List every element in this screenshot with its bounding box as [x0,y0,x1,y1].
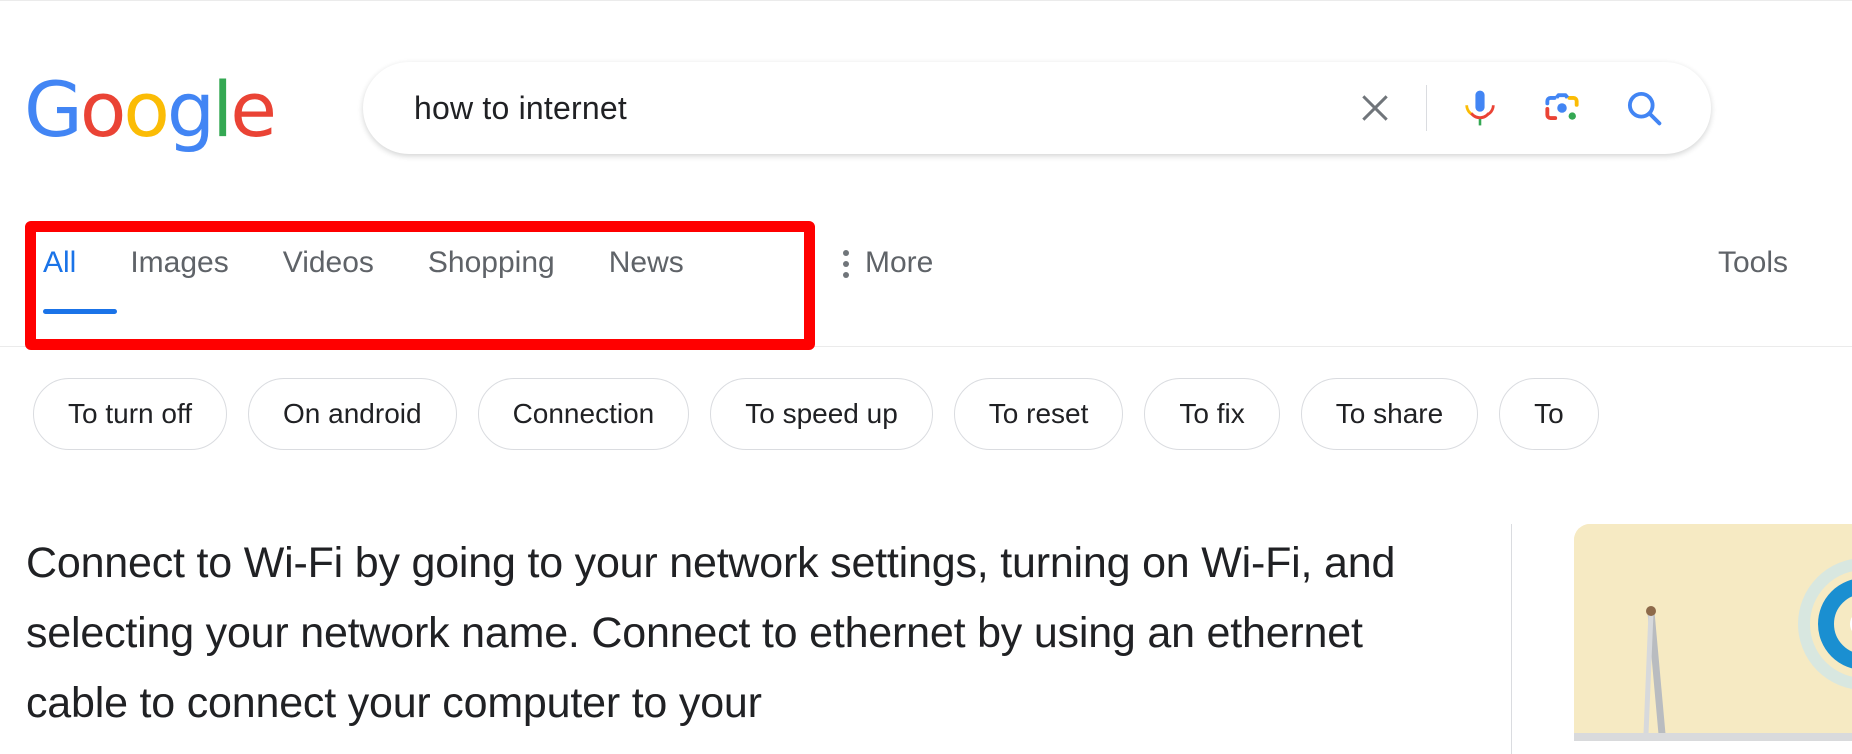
overflow-dots-icon [843,248,849,278]
chip-label: To speed up [745,398,898,429]
google-search-results-page: Google how to internet All Images Videos… [0,0,1852,754]
tools-button[interactable]: Tools [1718,248,1788,278]
tab-all-label: All [43,246,77,279]
chip-to-reset[interactable]: To reset [953,378,1124,450]
tab-all[interactable]: All [43,246,117,314]
chip-label: Connection [512,398,655,429]
close-icon[interactable] [1346,79,1404,137]
logo-letter-o2: o [123,65,169,154]
logo-letter-g1: G [24,65,83,154]
search-box[interactable] [363,62,1711,154]
chip-to-turn-off[interactable]: To turn off [33,378,228,450]
google-logo[interactable]: Google [24,72,277,148]
tab-list: All Images Videos Shopping News [43,246,738,314]
more-button[interactable]: More [843,248,933,278]
page-header: Google [0,0,1852,200]
chip-label: On android [283,398,422,429]
chip-to-speed-up[interactable]: To speed up [710,378,933,450]
tab-videos-label: Videos [282,246,374,279]
tab-shopping[interactable]: Shopping [428,248,585,278]
logo-letter-g2: g [166,65,215,154]
search-icon[interactable] [1615,79,1673,137]
tab-news-label: News [608,246,684,279]
google-lens-icon[interactable] [1533,79,1591,137]
chip-label: To turn off [68,398,193,429]
search-input[interactable] [414,62,1414,154]
chip-label: To share [1335,398,1444,429]
tools-button-label: Tools [1717,246,1788,279]
tab-news[interactable]: News [609,248,714,278]
tab-videos[interactable]: Videos [283,248,404,278]
tab-active-indicator [43,309,117,314]
more-button-label: More [865,246,934,279]
nav-divider [0,346,1852,347]
related-searches-chips: To turn off On android Connection To spe… [0,364,1852,464]
chip-label: To [1534,398,1564,429]
chip-label: To fix [1179,398,1245,429]
featured-snippet-thumbnail[interactable] [1574,524,1852,754]
tab-shopping-label: Shopping [427,246,555,279]
search-divider [1426,85,1427,131]
chip-to-fix[interactable]: To fix [1144,378,1280,450]
content-divider [1511,524,1512,754]
tab-images-label: Images [130,246,229,279]
chip-label: To reset [988,398,1089,429]
chip-to-share[interactable]: To share [1300,378,1479,450]
logo-letter-l: l [212,65,233,154]
logo-letter-o1: o [79,65,126,154]
chip-on-android[interactable]: On android [248,378,457,450]
chip-connection[interactable]: Connection [477,378,690,450]
logo-letter-e: e [230,65,277,154]
search-actions [1346,62,1673,154]
search-tabs-navigation: All Images Videos Shopping News More Too… [0,200,1852,348]
featured-snippet-text: Connect to Wi-Fi by going to your networ… [26,539,1396,727]
chip-to-partial[interactable]: To [1499,378,1599,450]
tab-images[interactable]: Images [130,248,258,278]
microphone-icon[interactable] [1451,79,1509,137]
